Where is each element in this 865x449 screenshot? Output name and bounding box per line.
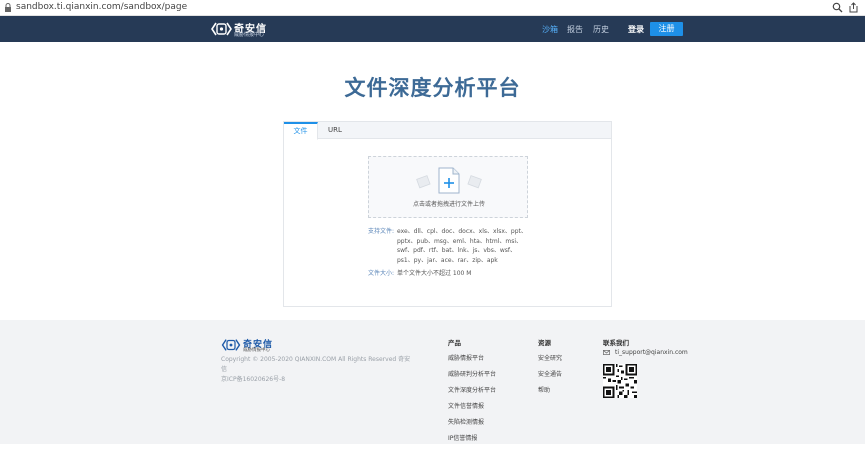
qianxin-logo-icon xyxy=(211,22,232,36)
footer-link[interactable]: 失陷检测情报 xyxy=(448,417,496,433)
upload-tabs: 文件 URL xyxy=(284,122,611,140)
contact-title: 联系我们 xyxy=(603,339,629,347)
tab-url[interactable]: URL xyxy=(318,122,352,139)
footer-link[interactable]: 帮助 xyxy=(538,385,562,401)
supported-line: pptx、pub、msg、eml、hta、html、msi、 xyxy=(397,237,523,245)
footer-column-title: 产品 xyxy=(448,339,461,347)
browser-url[interactable]: sandbox.ti.qianxin.com/sandbox/page xyxy=(16,1,187,14)
supported-types: 支持文件: exe、dll、cpl、doc、docx、xls、xlsx、ppt、… xyxy=(368,227,538,267)
nav-reports[interactable]: 报告 xyxy=(567,24,583,35)
file-dropzone[interactable]: 点击或者拖拽进行文件上传 xyxy=(368,156,528,218)
footer-link[interactable]: 威胁情报平台 xyxy=(448,353,496,369)
mail-icon xyxy=(603,350,610,355)
page-title: 文件深度分析平台 xyxy=(344,76,521,100)
supported-list: exe、dll、cpl、doc、docx、xls、xlsx、ppt、 pptx、… xyxy=(397,227,527,265)
register-button[interactable]: 注册 xyxy=(650,22,683,36)
footer-link[interactable]: IP信誉情报 xyxy=(448,433,496,449)
footer-contact: 联系我们 ti_support@qianxin.com xyxy=(603,337,688,398)
footer-link[interactable]: 安全研究 xyxy=(538,353,562,369)
supported-label: 支持文件: xyxy=(368,228,395,235)
qianxin-logo-icon xyxy=(221,339,241,351)
file-ghost-icon xyxy=(416,175,431,189)
zoom-icon[interactable] xyxy=(832,2,843,13)
nav-sandbox[interactable]: 沙箱 xyxy=(542,24,558,35)
login-link[interactable]: 登录 xyxy=(628,24,644,35)
email-link[interactable]: ti_support@qianxin.com xyxy=(615,349,688,356)
share-icon[interactable] xyxy=(848,2,859,13)
footer-link[interactable]: 文件信誉情报 xyxy=(448,401,496,417)
upload-panel: 文件 URL 点击或者拖拽进行文件上传 支持文件: exe、dll、cpl、do… xyxy=(283,121,612,307)
qr-code-image xyxy=(603,364,637,398)
footer-brand-subtitle: 威胁情报中心 xyxy=(243,348,270,353)
supported-line: ps1、py、jar、ace、rar、zip、apk xyxy=(397,256,498,264)
footer-column-title: 资源 xyxy=(538,339,551,347)
footer-column-resources: 资源 安全研究 安全通告 帮助 xyxy=(538,337,562,401)
size-value: 单个文件大小不超过 100 M xyxy=(397,270,472,277)
footer-link[interactable]: 威胁研判分析平台 xyxy=(448,369,496,385)
size-label: 文件大小: xyxy=(368,270,395,277)
copyright: Copyright © 2005-2020 QIANXIN.COM All Ri… xyxy=(221,355,416,385)
footer-column-products: 产品 威胁情报平台 威胁研判分析平台 文件深度分析平台 文件信誉情报 失陷检测情… xyxy=(448,337,496,449)
nav-history[interactable]: 历史 xyxy=(593,24,609,35)
footer: 奇安信 威胁情报中心 Copyright © 2005-2020 QIANXIN… xyxy=(0,320,865,444)
brand-subtitle: 威胁情报中心 xyxy=(234,32,265,38)
footer-link[interactable]: 文件深度分析平台 xyxy=(448,385,496,401)
tab-file[interactable]: 文件 xyxy=(284,122,318,140)
contact-email: ti_support@qianxin.com xyxy=(603,349,723,359)
add-file-icon xyxy=(438,167,460,194)
lock-icon xyxy=(5,3,11,12)
top-navbar: 奇安信 威胁情报中心 沙箱 报告 历史 登录 注册 xyxy=(0,16,865,42)
site-logo[interactable]: 奇安信 威胁情报中心 xyxy=(211,20,281,38)
upload-hint: 点击或者拖拽进行文件上传 xyxy=(412,201,485,208)
browser-address-bar: sandbox.ti.qianxin.com/sandbox/page xyxy=(0,0,865,16)
supported-line: swf、pdf、rtf、bat、lnk、js、vbs、wsf、 xyxy=(397,247,517,255)
supported-line: exe、dll、cpl、doc、docx、xls、xlsx、ppt、 xyxy=(397,228,527,235)
copyright-text: Copyright © 2005-2020 QIANXIN.COM All Ri… xyxy=(221,356,411,373)
footer-link[interactable]: 安全通告 xyxy=(538,369,562,385)
file-size-limit: 文件大小: 单个文件大小不超过 100 M xyxy=(368,269,538,279)
icp-number[interactable]: 京ICP备16020626号-8 xyxy=(221,375,416,385)
file-ghost-icon xyxy=(467,175,482,189)
footer-logo[interactable]: 奇安信 威胁情报中心 xyxy=(221,337,291,353)
